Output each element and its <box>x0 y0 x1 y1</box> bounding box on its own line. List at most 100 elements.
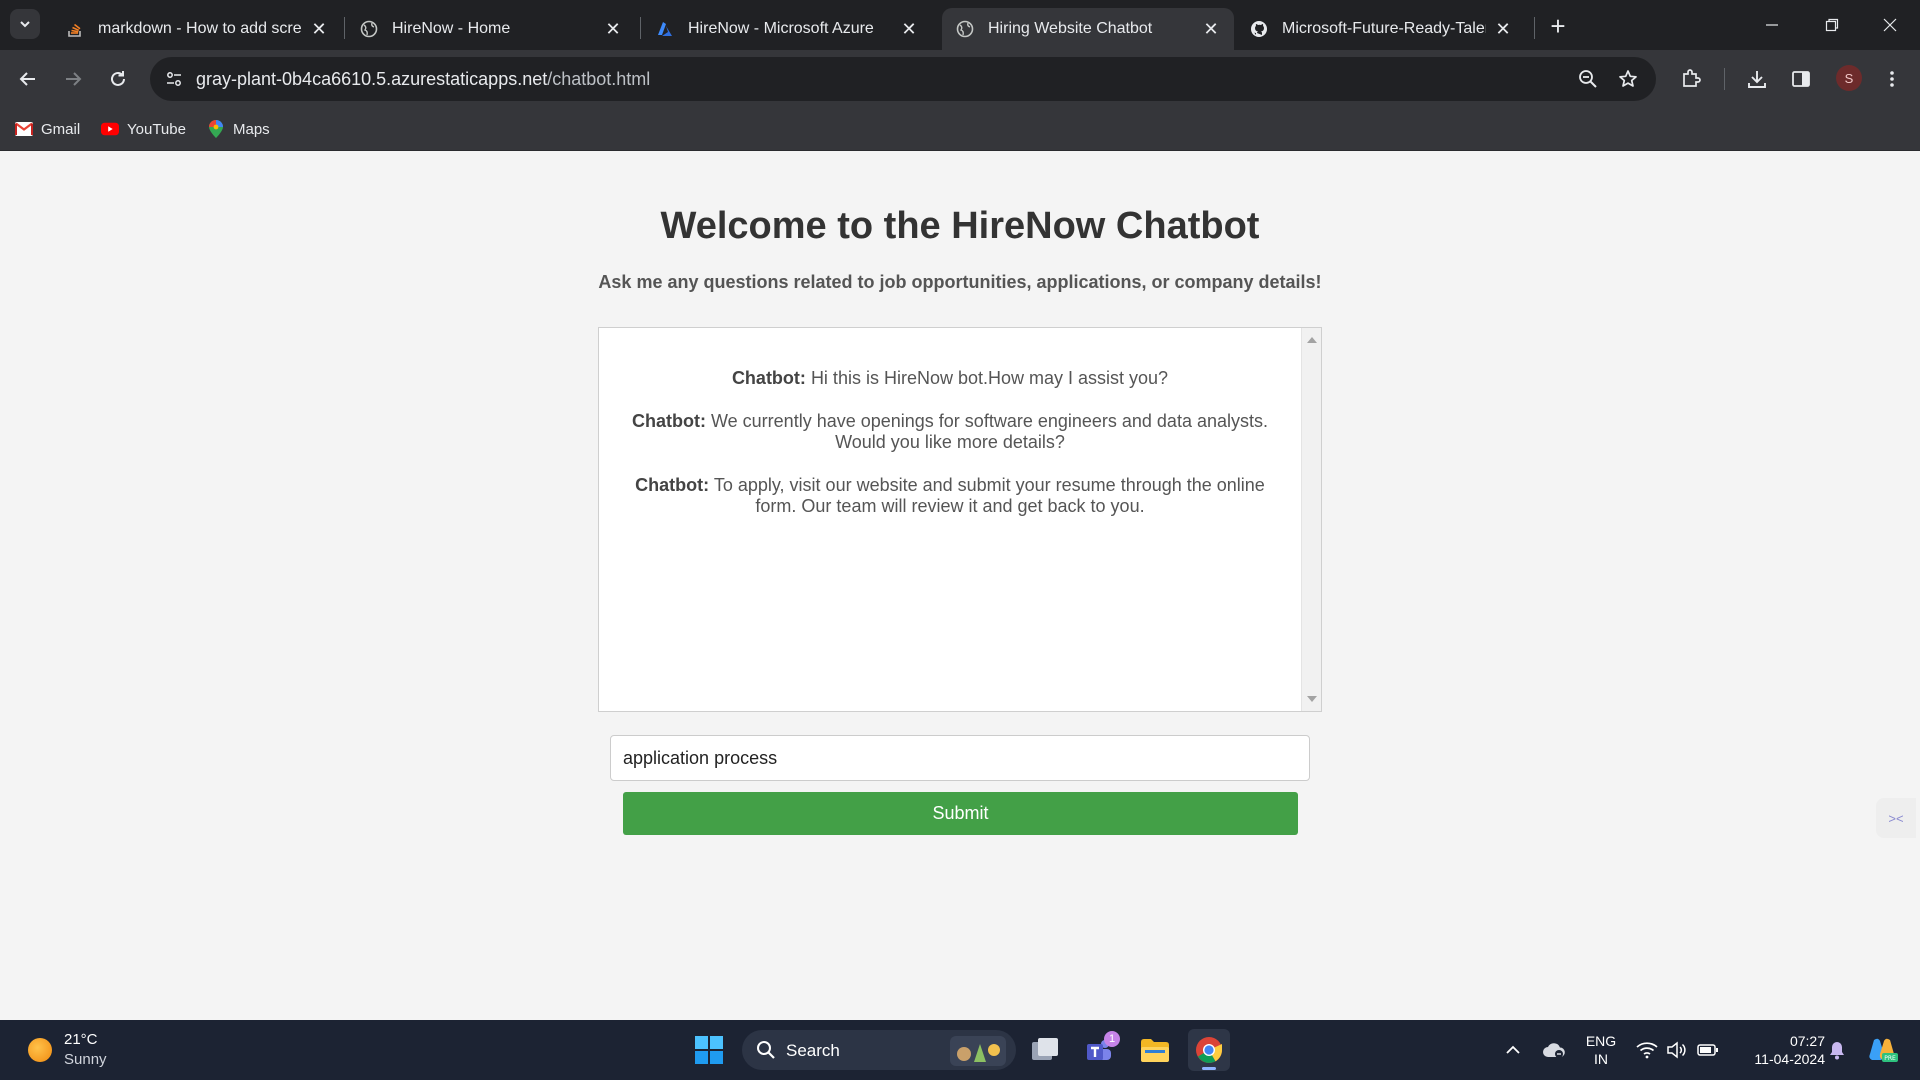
weather-description: Sunny <box>64 1051 107 1068</box>
back-button[interactable] <box>13 64 43 94</box>
zoom-out-icon <box>1579 70 1597 88</box>
message-text: We currently have openings for software … <box>711 411 1268 452</box>
folder-icon <box>1141 1039 1169 1062</box>
azure-icon <box>656 20 674 38</box>
side-panel-button[interactable] <box>1786 64 1816 94</box>
bell-icon <box>1830 1042 1844 1060</box>
arrow-left-icon <box>19 72 35 86</box>
chrome-button[interactable] <box>1188 1029 1230 1071</box>
page-subtitle: Ask me any questions related to job oppo… <box>598 272 1322 292</box>
language-indicator[interactable]: ENG IN <box>1585 1032 1617 1068</box>
battery-button[interactable] <box>1692 1020 1724 1080</box>
wifi-button[interactable] <box>1632 1020 1662 1080</box>
close-icon <box>1883 18 1897 32</box>
menu-button[interactable] <box>1877 64 1907 94</box>
extensions-button[interactable] <box>1676 64 1706 94</box>
clock-date: 11-04-2024 <box>1754 1051 1825 1067</box>
bookmarks-bar: Gmail YouTube Maps <box>0 108 1920 151</box>
clock-time: 07:27 <box>1789 1033 1825 1049</box>
download-icon <box>1748 71 1766 88</box>
star-icon <box>1619 70 1637 87</box>
tab-title: HireNow - Home <box>392 20 511 37</box>
downloads-button[interactable] <box>1742 64 1772 94</box>
start-button[interactable] <box>688 1029 730 1071</box>
volume-button[interactable] <box>1661 1020 1691 1080</box>
submit-button[interactable]: Submit <box>623 792 1298 835</box>
message-sender: Chatbot: <box>632 411 706 431</box>
battery-icon <box>1697 1044 1718 1056</box>
tab-hirenow-home[interactable]: HireNow - Home ✕ <box>346 8 636 50</box>
onedrive-button[interactable] <box>1538 1020 1570 1080</box>
page-viewport: Welcome to the HireNow Chatbot Ask me an… <box>0 151 1920 1020</box>
close-icon[interactable]: ✕ <box>1494 19 1512 39</box>
zoom-button[interactable] <box>1574 65 1602 93</box>
wifi-icon <box>1636 1042 1658 1059</box>
scroll-up-arrow-icon[interactable] <box>1307 337 1317 343</box>
gmail-icon <box>15 121 33 137</box>
teams-button[interactable]: 1 <box>1078 1029 1120 1071</box>
search-highlight-icon <box>950 1036 1006 1066</box>
bookmark-maps[interactable]: Maps <box>207 116 270 142</box>
notifications-button[interactable] <box>1822 1020 1852 1080</box>
address-bar[interactable]: gray-plant-0b4ca6610.5.azurestaticapps.n… <box>150 57 1656 101</box>
cloud-icon <box>1543 1043 1565 1058</box>
tab-title: Hiring Website Chatbot <box>988 20 1153 37</box>
arrow-right-icon <box>66 72 82 86</box>
close-icon[interactable]: ✕ <box>604 19 622 39</box>
close-icon[interactable]: ✕ <box>310 19 328 39</box>
side-panel-icon <box>1792 71 1810 87</box>
chevron-down-icon <box>20 21 30 28</box>
reload-button[interactable] <box>103 64 133 94</box>
close-icon[interactable]: ✕ <box>1202 19 1220 39</box>
close-window-button[interactable] <box>1860 0 1920 50</box>
sun-icon <box>28 1038 52 1062</box>
minimize-button[interactable] <box>1742 0 1802 50</box>
scroll-down-arrow-icon[interactable] <box>1307 696 1317 702</box>
forward-button[interactable] <box>58 64 88 94</box>
copilot-button[interactable]: PRE <box>1862 1020 1902 1080</box>
tab-separator <box>1534 17 1535 39</box>
site-info-icon[interactable] <box>160 65 188 93</box>
tab-azure[interactable]: HireNow - Microsoft Azure ✕ <box>642 8 932 50</box>
puzzle-icon <box>1683 69 1701 87</box>
chat-message: Chatbot: To apply, visit our website and… <box>625 475 1275 517</box>
chat-messages: Chatbot: Hi this is HireNow bot.How may … <box>599 328 1301 711</box>
tab-title: HireNow - Microsoft Azure <box>688 20 874 37</box>
tab-github[interactable]: Microsoft-Future-Ready-Talent- ✕ <box>1236 8 1526 50</box>
task-view-button[interactable] <box>1024 1029 1066 1071</box>
question-input[interactable] <box>610 735 1310 781</box>
tab-hiring-chatbot[interactable]: Hiring Website Chatbot ✕ <box>942 8 1234 50</box>
bookmark-gmail[interactable]: Gmail <box>15 116 80 142</box>
speaker-icon <box>1667 1041 1686 1059</box>
weather-temperature: 21°C <box>64 1031 98 1048</box>
task-view-icon <box>1032 1038 1058 1060</box>
svg-text:PRE: PRE <box>1884 1055 1896 1062</box>
close-icon[interactable]: ✕ <box>900 19 918 39</box>
message-text: Hi this is HireNow bot.How may I assist … <box>810 368 1169 388</box>
message-sender: Chatbot: <box>731 368 806 388</box>
system-clock[interactable]: 07:27 11-04-2024 <box>1735 1032 1825 1068</box>
github-icon <box>1250 20 1268 38</box>
sidebar-toggle-icon[interactable]: >< <box>1876 798 1916 838</box>
restore-icon <box>1825 18 1839 32</box>
file-explorer-button[interactable] <box>1134 1029 1176 1071</box>
toolbar-divider <box>1724 68 1725 90</box>
chat-log[interactable]: Chatbot: Hi this is HireNow bot.How may … <box>598 327 1322 712</box>
bookmark-star-button[interactable] <box>1614 65 1642 93</box>
url-text[interactable]: gray-plant-0b4ca6610.5.azurestaticapps.n… <box>196 69 650 90</box>
url-host: gray-plant-0b4ca6610.5.azurestaticapps.n… <box>196 69 548 89</box>
new-tab-button[interactable]: + <box>1544 11 1572 41</box>
browser-toolbar: gray-plant-0b4ca6610.5.azurestaticapps.n… <box>0 50 1920 108</box>
chat-scrollbar[interactable] <box>1301 328 1321 711</box>
windows-logo-icon <box>695 1036 723 1064</box>
tab-title: markdown - How to add screen <box>98 20 302 37</box>
restore-button[interactable] <box>1802 0 1862 50</box>
show-hidden-icons-button[interactable] <box>1498 1020 1528 1080</box>
profile-avatar[interactable]: S <box>1836 65 1862 91</box>
tab-search-button[interactable] <box>10 9 40 39</box>
tab-markdown[interactable]: markdown - How to add screen ✕ <box>52 8 342 50</box>
bookmark-youtube[interactable]: YouTube <box>101 116 186 142</box>
language-code: ENG <box>1585 1033 1617 1049</box>
region-code: IN <box>1594 1051 1608 1067</box>
taskbar-search[interactable]: Search <box>742 1030 1016 1070</box>
